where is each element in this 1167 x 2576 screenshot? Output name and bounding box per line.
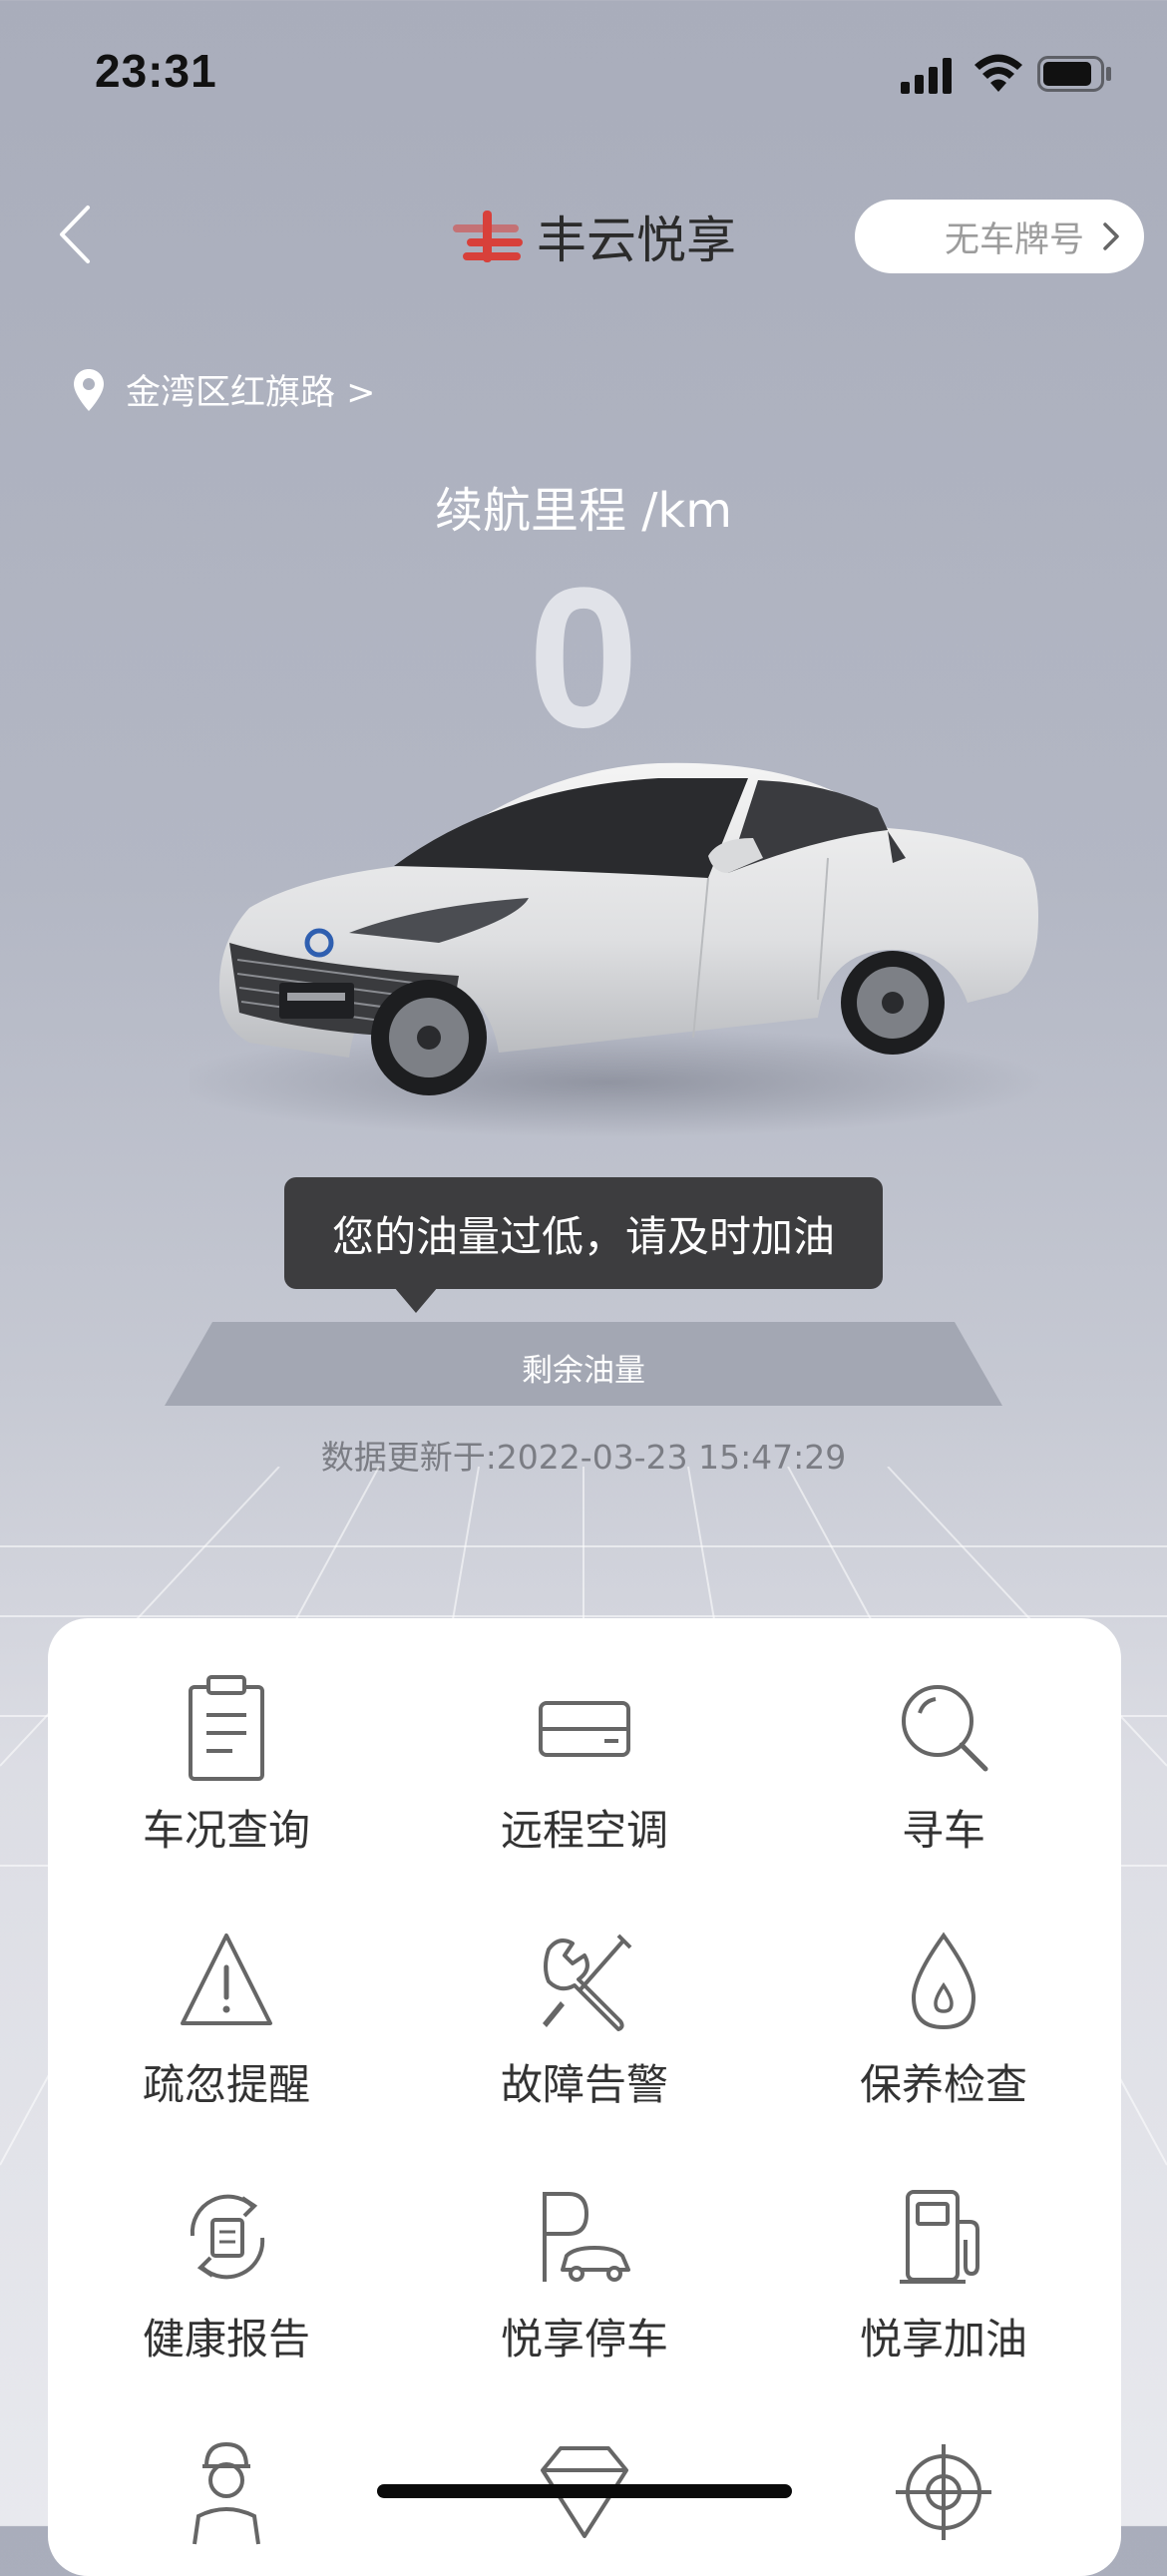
aircon-icon [539,1701,630,1757]
function-label: 远程空调 [500,1806,668,1855]
fuel-label: 剩余油量 [522,1353,645,1389]
function-health-report[interactable]: 健康报告 [57,2182,396,2366]
function-maintenance-check[interactable]: 保养检查 [774,1928,1113,2112]
range-value: 0 [528,547,639,769]
battery-icon [1037,56,1111,92]
function-target[interactable] [774,2436,1113,2546]
tools-icon [543,1933,632,2031]
function-label: 故障告警 [500,2060,668,2109]
service-person-icon [193,2441,260,2545]
status-time: 23:31 [95,45,217,97]
location-text: 金湾区红旗路 > [126,373,376,413]
function-service-person[interactable] [57,2436,396,2546]
location-selector[interactable]: 金湾区红旗路 > [72,364,375,415]
back-icon[interactable] [52,200,102,269]
wifi-icon [974,54,1022,92]
chevron-right-icon [1103,222,1119,250]
plate-number-button[interactable]: 无车牌号 [855,200,1144,273]
parking-icon [543,2192,630,2282]
target-icon [896,2444,991,2540]
brand-logo-icon [453,211,523,262]
location-pin-icon [74,368,104,411]
function-vehicle-status[interactable]: 车况查询 [57,1673,396,1858]
fuel-pump-icon [900,2190,979,2284]
function-remote-ac[interactable]: 远程空调 [415,1673,754,1858]
function-label: 健康报告 [142,2315,310,2363]
car-image [190,762,1047,1137]
range-title: 续航里程 /km [435,483,732,539]
function-label: 车况查询 [142,1806,310,1855]
home-indicator[interactable] [377,2484,792,2498]
health-report-icon [190,2194,265,2280]
function-parking[interactable]: 悦享停车 [415,2182,754,2366]
function-find-car[interactable]: 寻车 [774,1673,1113,1858]
function-label: 悦享加油 [859,2315,1027,2363]
cellular-signal-icon [901,58,952,94]
function-label: 寻车 [901,1806,985,1855]
function-negligence-reminder[interactable]: 疏忽提醒 [57,1928,396,2112]
function-label: 疏忽提醒 [142,2060,310,2109]
function-label: 保养检查 [859,2060,1027,2109]
oil-drop-icon [911,1932,976,2030]
warning-icon [181,1933,272,2025]
clipboard-icon [189,1675,264,1781]
app-brand: 丰云悦享 [453,205,736,268]
function-label: 悦享停车 [500,2315,668,2363]
search-icon [902,1685,988,1772]
function-fault-alarm[interactable]: 故障告警 [415,1928,754,2112]
function-refuel[interactable]: 悦享加油 [774,2182,1113,2366]
low-fuel-tooltip: 您的油量过低，请及时加油 [284,1177,883,1289]
brand-name: 丰云悦享 [537,213,736,268]
tooltip-arrow [394,1287,438,1313]
plate-button-label: 无车牌号 [944,219,1084,260]
function-grid-card: 车况查询 远程空调 寻车 疏忽提醒 故障告警 保养检查 健康报告 悦享停车 悦享… [48,1618,1121,2576]
